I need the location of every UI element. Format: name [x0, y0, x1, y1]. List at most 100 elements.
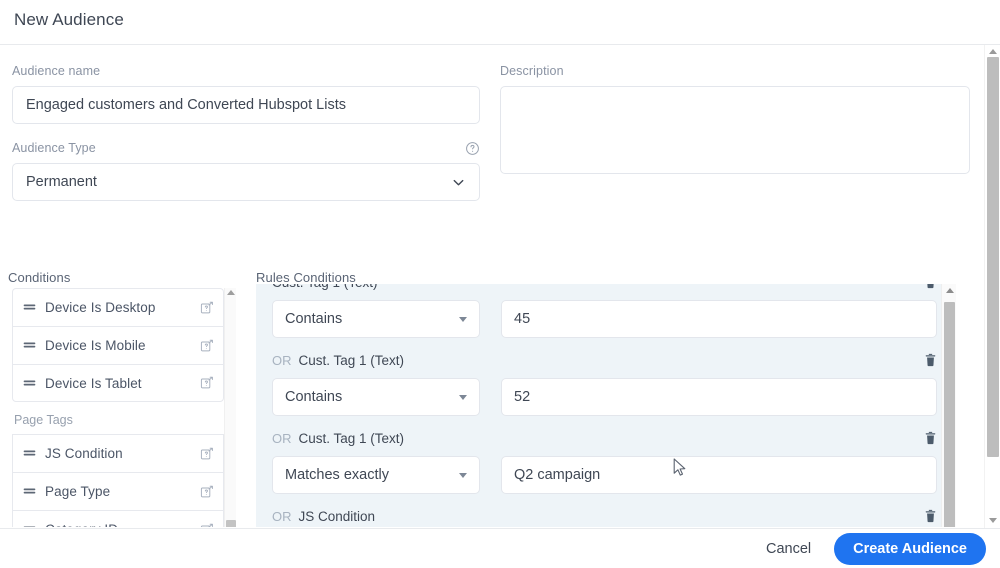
- trash-icon[interactable]: [924, 431, 937, 445]
- rule-body: Contains 52: [256, 372, 956, 426]
- rule-operator-select[interactable]: Matches exactly: [272, 456, 480, 494]
- condition-item-label: JS Condition: [45, 446, 123, 461]
- open-info-icon[interactable]: [200, 523, 214, 527]
- page-scrollbar[interactable]: [984, 45, 1000, 528]
- left-form-column: Audience name Engaged customers and Conv…: [12, 63, 480, 201]
- description-textarea[interactable]: [500, 86, 970, 174]
- rule-value-input[interactable]: 45: [501, 300, 937, 338]
- trash-icon[interactable]: [924, 509, 937, 523]
- rules-scrollbar-thumb[interactable]: [944, 302, 955, 527]
- dialog-header: New Audience: [0, 0, 1000, 45]
- condition-item[interactable]: Device Is Mobile: [12, 326, 224, 364]
- conditions-scrollbar-thumb[interactable]: [226, 520, 236, 527]
- rule-name-label: Cust. Tag 1 (Text): [298, 352, 405, 368]
- rule-value-text: 45: [514, 311, 531, 327]
- condition-item-label: Page Type: [45, 484, 111, 499]
- description-label-line: Description: [500, 63, 970, 79]
- rules-conditions-heading: Rules Conditions: [256, 270, 356, 285]
- drag-handle-icon[interactable]: [23, 377, 36, 390]
- rules-list: Cust. Tag 1 (Text) Contains 45 OR Cust. Tag …: [256, 284, 956, 527]
- drag-handle-icon[interactable]: [23, 523, 36, 527]
- caret-down-icon: [459, 472, 467, 478]
- dialog-footer: Cancel Create Audience: [0, 528, 1000, 568]
- rule-value-text: 52: [514, 389, 531, 405]
- rule-connector-label: OR: [272, 352, 292, 368]
- rule-row: OR Cust. Tag 1 (Text) Matches exactly Q2 ca…: [256, 426, 956, 504]
- conditions-heading: Conditions: [8, 270, 71, 285]
- audience-type-select[interactable]: Permanent: [12, 163, 480, 201]
- description-label: Description: [500, 64, 564, 78]
- condition-item-label: Device Is Mobile: [45, 338, 146, 353]
- condition-item-label: Device Is Tablet: [45, 375, 142, 391]
- rule-operator-select[interactable]: Contains: [272, 378, 480, 416]
- rule-header: OR Cust. Tag 1 (Text): [256, 348, 956, 372]
- rule-body: Matches exactly Q2 campaign: [256, 450, 956, 504]
- create-audience-button[interactable]: Create Audience: [834, 532, 986, 565]
- rule-operator-value: Contains: [285, 389, 343, 405]
- page-scroll-up-arrow-icon[interactable]: [989, 49, 997, 54]
- condition-item[interactable]: Page Type: [12, 472, 224, 510]
- rule-row: ORJS Condition1hubpost_variable == 'anyv…: [256, 504, 956, 527]
- rule-operator-select[interactable]: Contains: [272, 300, 480, 338]
- audience-type-label-line: Audience Type: [12, 140, 480, 156]
- help-circle-icon[interactable]: [465, 141, 480, 156]
- trash-icon[interactable]: [924, 353, 937, 367]
- conditions-group-heading: Page Tags: [14, 413, 73, 427]
- rule-connector-label: OR: [272, 508, 292, 524]
- audience-name-value: Engaged customers and Converted Hubspot …: [26, 97, 346, 113]
- rule-value-input[interactable]: 52: [501, 378, 937, 416]
- rules-conditions-panel: Cust. Tag 1 (Text) Contains 45 OR Cust. Tag …: [256, 284, 956, 527]
- conditions-list: Device Is Desktop Device Is Mobile Device …: [12, 288, 224, 527]
- rule-value-input[interactable]: Q2 campaign: [501, 456, 937, 494]
- chevron-down-icon: [451, 175, 466, 190]
- rule-header: Cust. Tag 1 (Text): [256, 284, 956, 294]
- right-form-column: Description: [500, 63, 970, 174]
- rule-row: Cust. Tag 1 (Text) Contains 45: [256, 284, 956, 348]
- rule-name-label: Cust. Tag 1 (Text): [298, 430, 405, 446]
- open-info-icon[interactable]: [200, 339, 214, 353]
- dialog-body: Audience name Engaged customers and Conv…: [0, 46, 985, 527]
- rule-header: OR Cust. Tag 1 (Text): [256, 426, 956, 450]
- caret-down-icon: [459, 394, 467, 400]
- page-title: New Audience: [14, 10, 124, 29]
- open-info-icon[interactable]: [200, 485, 214, 499]
- condition-item-label: Category ID: [45, 522, 200, 527]
- conditions-scrollbar[interactable]: [224, 288, 236, 527]
- audience-type-value: Permanent: [26, 174, 97, 190]
- condition-item[interactable]: Device Is Tablet: [12, 364, 224, 402]
- drag-handle-icon[interactable]: [23, 301, 36, 314]
- audience-name-input[interactable]: Engaged customers and Converted Hubspot …: [12, 86, 480, 124]
- condition-item-label: Device Is Desktop: [45, 300, 156, 315]
- condition-item[interactable]: JS Condition: [12, 434, 224, 472]
- rule-name-label: Cust. Tag 1 (Text): [272, 284, 378, 290]
- drag-handle-icon[interactable]: [23, 339, 36, 352]
- open-info-icon[interactable]: [200, 301, 214, 315]
- rule-body: Contains 45: [256, 294, 956, 348]
- rule-row: OR Cust. Tag 1 (Text) Contains 52: [256, 348, 956, 426]
- rule-value-text: Q2 campaign: [514, 467, 601, 483]
- open-info-icon[interactable]: [200, 447, 214, 461]
- audience-name-label-line: Audience name: [12, 63, 480, 79]
- rule-operator-value: Contains: [285, 311, 343, 327]
- condition-item[interactable]: Device Is Desktop: [12, 288, 224, 326]
- trash-icon[interactable]: [924, 284, 937, 289]
- rules-scroll-up-arrow-icon[interactable]: [945, 288, 954, 293]
- audience-type-label: Audience Type: [12, 141, 96, 155]
- cancel-button[interactable]: Cancel: [760, 535, 817, 563]
- caret-down-icon: [459, 316, 467, 322]
- open-info-icon[interactable]: [200, 376, 214, 390]
- drag-handle-icon[interactable]: [23, 485, 36, 498]
- page-scrollbar-thumb[interactable]: [987, 57, 999, 457]
- conditions-panel: Device Is Desktop Device Is Mobile Device …: [12, 288, 244, 527]
- rule-name-label: JS Condition: [298, 508, 376, 524]
- scroll-up-arrow-icon[interactable]: [227, 290, 235, 295]
- rules-scrollbar[interactable]: [941, 284, 956, 527]
- new-audience-dialog: New Audience Audience name Engaged custo…: [0, 0, 1000, 568]
- rule-header: OR JS Condition: [256, 504, 956, 527]
- rule-operator-value: Matches exactly: [285, 467, 389, 483]
- rule-connector-label: OR: [272, 430, 292, 446]
- condition-item[interactable]: Category ID: [12, 510, 224, 527]
- audience-name-label: Audience name: [12, 64, 101, 78]
- page-scroll-down-arrow-icon[interactable]: [989, 518, 997, 523]
- drag-handle-icon[interactable]: [23, 447, 36, 460]
